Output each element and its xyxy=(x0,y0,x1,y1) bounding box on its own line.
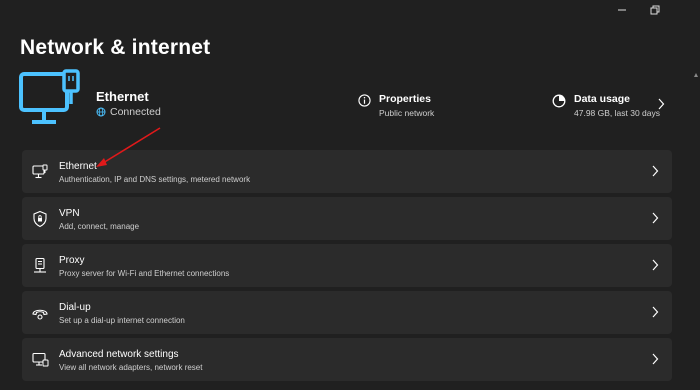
data-usage-title: Data usage xyxy=(574,93,631,105)
info-icon xyxy=(358,94,371,107)
minimize-button[interactable] xyxy=(607,2,637,18)
card-subtitle: View all network adapters, network reset xyxy=(59,363,203,372)
data-usage-subtitle: 47.98 GB, last 30 days xyxy=(574,108,660,118)
dial-up-settings-card[interactable]: Dial-up Set up a dial-up internet connec… xyxy=(22,291,672,334)
ethernet-settings-card[interactable]: Ethernet Authentication, IP and DNS sett… xyxy=(22,150,672,193)
card-title: Ethernet xyxy=(59,161,97,172)
advanced-network-icon xyxy=(32,352,49,367)
proxy-icon xyxy=(34,257,46,273)
settings-list: Ethernet Authentication, IP and DNS sett… xyxy=(22,150,672,385)
chevron-right-icon xyxy=(652,165,659,177)
dial-up-icon xyxy=(32,309,48,320)
properties-subtitle: Public network xyxy=(379,108,435,118)
title-bar xyxy=(0,0,700,20)
ethernet-icon xyxy=(32,164,48,179)
card-title: Advanced network settings xyxy=(59,349,179,360)
chevron-right-icon xyxy=(652,306,659,318)
connection-status: Connected xyxy=(96,106,161,118)
page-title: Network & internet xyxy=(20,36,211,59)
scrollbar[interactable] xyxy=(694,66,698,78)
restore-icon xyxy=(650,5,660,15)
card-title: Dial-up xyxy=(59,302,91,313)
properties-title: Properties xyxy=(379,93,431,105)
shield-icon xyxy=(33,210,47,228)
card-title: Proxy xyxy=(59,255,85,266)
globe-icon xyxy=(96,107,106,117)
card-subtitle: Add, connect, manage xyxy=(59,222,140,231)
chevron-right-icon xyxy=(652,212,659,224)
chevron-right-icon xyxy=(652,353,659,365)
connection-status-label: Connected xyxy=(110,106,161,118)
card-subtitle: Authentication, IP and DNS settings, met… xyxy=(59,175,251,184)
properties-link[interactable]: Properties Public network xyxy=(358,93,434,118)
proxy-settings-card[interactable]: Proxy Proxy server for Wi-Fi and Etherne… xyxy=(22,244,672,287)
restore-button[interactable] xyxy=(640,2,670,18)
card-title: VPN xyxy=(59,208,80,219)
card-subtitle: Set up a dial-up internet connection xyxy=(59,316,185,325)
data-usage-icon xyxy=(552,94,566,108)
chevron-right-icon xyxy=(652,259,659,271)
card-subtitle: Proxy server for Wi-Fi and Ethernet conn… xyxy=(59,269,230,278)
data-usage-link[interactable]: Data usage 47.98 GB, last 30 days xyxy=(552,93,660,118)
ethernet-monitor-icon xyxy=(19,69,80,124)
advanced-network-settings-card[interactable]: Advanced network settings View all netwo… xyxy=(22,338,672,381)
scroll-up-icon xyxy=(694,73,698,77)
vpn-settings-card[interactable]: VPN Add, connect, manage xyxy=(22,197,672,240)
connection-name: Ethernet xyxy=(96,89,149,104)
minimize-icon xyxy=(618,9,626,11)
chevron-right-icon[interactable] xyxy=(657,98,665,110)
